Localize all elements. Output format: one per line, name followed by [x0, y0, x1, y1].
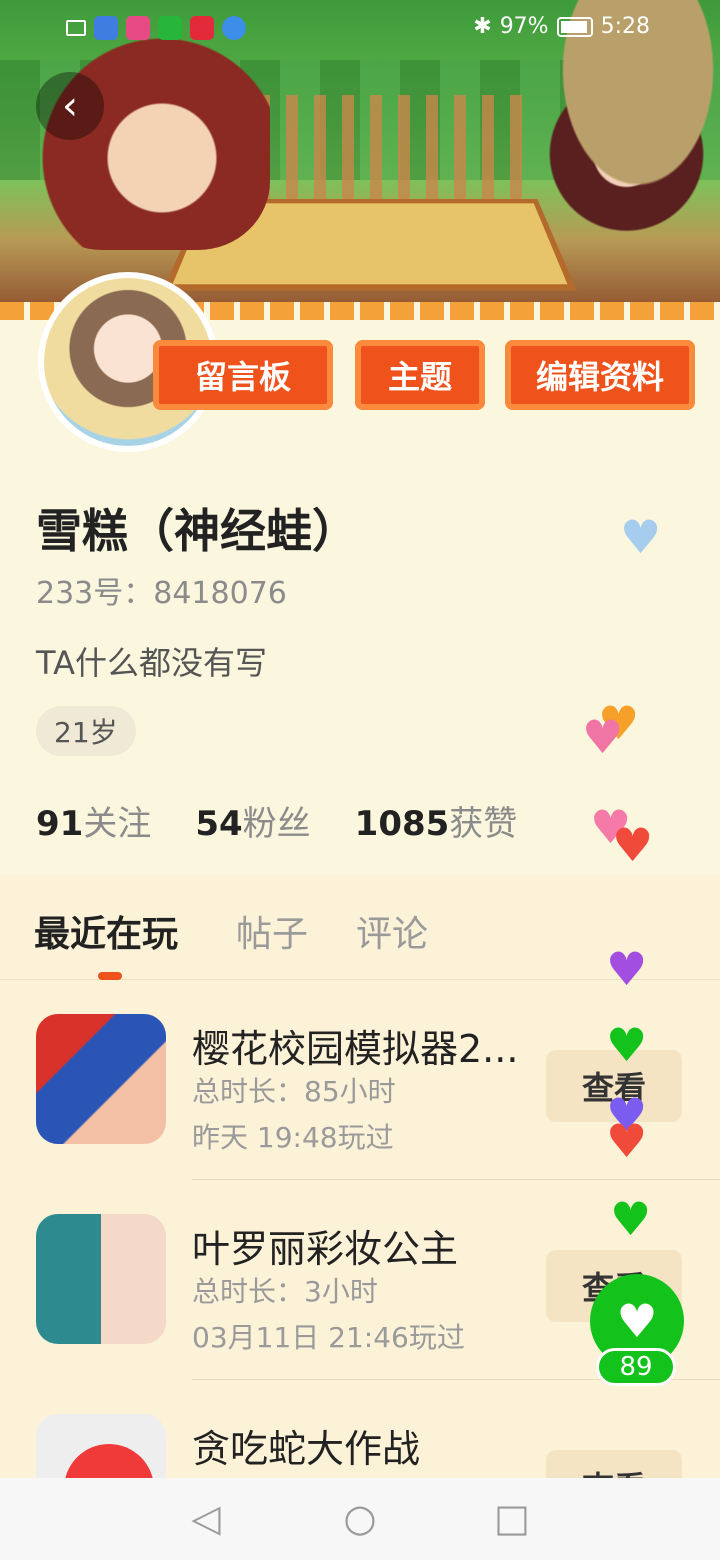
likes-label: 获赞 [449, 804, 518, 844]
heart-icon: ♥ [610, 1192, 652, 1246]
game-icon [36, 1214, 166, 1344]
heart-icon[interactable]: ♥ [620, 514, 661, 560]
profile-bio: TA什么都没有写 [36, 644, 267, 682]
likes-stat[interactable]: 1085获赞 [355, 796, 518, 845]
heart-icon: ♥ [606, 1114, 648, 1168]
theme-button[interactable]: 主题 [355, 340, 485, 410]
bluetooth-icon: ✱ [473, 14, 492, 39]
message-board-button[interactable]: 留言板 [153, 340, 333, 410]
followers-label: 粉丝 [242, 804, 311, 844]
list-item[interactable]: 贪吃蛇大作战 查看 [0, 1380, 720, 1480]
game-title: 叶罗丽彩妆公主 [192, 1227, 459, 1271]
wifi-icon [66, 20, 86, 36]
game-last-played: 昨天 19:48玩过 [192, 1121, 394, 1154]
followers-count: 54 [195, 804, 243, 844]
game-title: 贪吃蛇大作战 [192, 1427, 421, 1471]
game-icon [36, 1414, 166, 1480]
app-notification-icon [94, 16, 118, 40]
chevron-left-icon: ‹ [62, 83, 78, 129]
view-button[interactable]: 查看 [546, 1450, 682, 1480]
nav-recents-button[interactable]: □ [492, 1496, 532, 1540]
status-icons-right: ✱ 97% 5:28 [473, 14, 650, 39]
following-count: 91 [36, 804, 84, 844]
square-recents-icon: □ [494, 1496, 530, 1540]
tab-comments[interactable]: 评论 [356, 905, 428, 957]
followers-stat[interactable]: 54粉丝 [195, 796, 310, 845]
back-button[interactable]: ‹ [36, 72, 104, 140]
profile-id: 233号：8418076 [36, 576, 287, 611]
circle-home-icon: ○ [343, 1496, 377, 1540]
app-notification-icon [190, 16, 214, 40]
profile-name: 雪糕（神经蛙） [36, 504, 358, 558]
battery-icon [556, 16, 593, 37]
battery-percent: 97% [499, 14, 549, 39]
like-count: 89 [596, 1348, 676, 1386]
triangle-back-icon: ◁ [191, 1496, 221, 1540]
status-icons-left [66, 16, 246, 40]
game-last-played: 03月11日 21:46玩过 [192, 1321, 465, 1354]
game-duration: 总时长：85小时 [192, 1075, 396, 1108]
heart-icon: ♥ [606, 1018, 648, 1072]
game-duration: 总时长：3小时 [192, 1275, 378, 1308]
app-notification-icon [158, 16, 182, 40]
likes-count: 1085 [354, 804, 450, 844]
heart-icon: ♥ [616, 1294, 658, 1348]
game-title: 樱花校园模拟器2... [192, 1027, 519, 1071]
game-icon [36, 1014, 166, 1144]
heart-icon: ♥ [612, 818, 654, 872]
app-notification-icon [126, 16, 150, 40]
system-navigation-bar: ◁ ○ □ [0, 1478, 720, 1560]
age-badge: 21岁 [36, 706, 136, 756]
app-notification-icon [222, 16, 246, 40]
following-label: 关注 [83, 804, 152, 844]
nav-home-button[interactable]: ○ [340, 1496, 380, 1540]
tab-recently-played[interactable]: 最近在玩 [34, 905, 178, 957]
status-bar: ✱ 97% 5:28 [0, 0, 720, 56]
edit-profile-button[interactable]: 编辑资料 [505, 340, 695, 410]
banner-railing [230, 95, 530, 205]
heart-icon: ♥ [606, 942, 648, 996]
heart-icon: ♥ [582, 710, 624, 764]
profile-stats: 91关注 54粉丝 1085获赞 [36, 796, 517, 845]
nav-back-button[interactable]: ◁ [186, 1496, 226, 1540]
clock: 5:28 [600, 14, 650, 39]
following-stat[interactable]: 91关注 [36, 796, 151, 845]
tab-posts[interactable]: 帖子 [236, 905, 308, 957]
active-tab-indicator [98, 972, 122, 980]
